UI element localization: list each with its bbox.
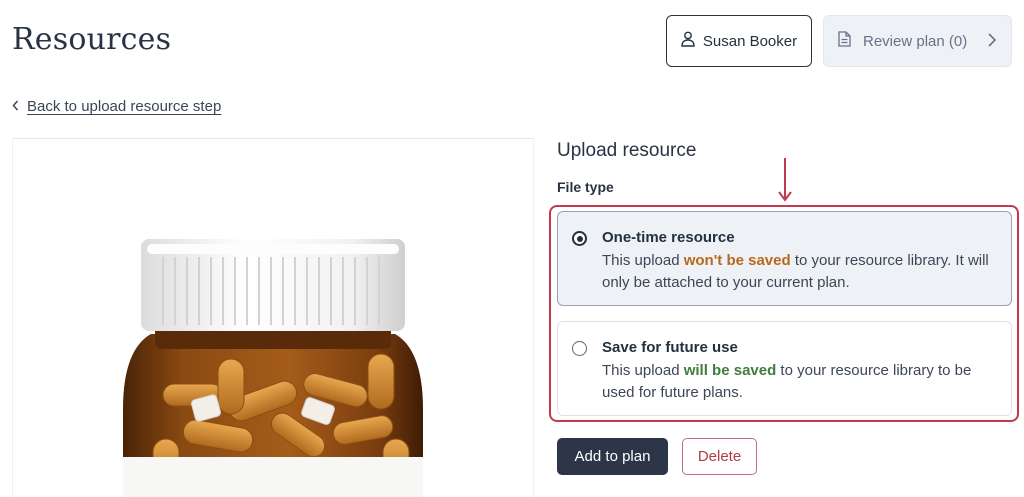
upload-resource-heading: Upload resource <box>557 140 697 161</box>
document-icon <box>838 31 851 51</box>
chevron-right-icon <box>987 32 997 52</box>
back-to-upload-link[interactable]: Back to upload resource step <box>12 98 221 115</box>
option-title: Save for future use <box>602 339 738 356</box>
wont-be-saved-emphasis: won't be saved <box>683 252 791 269</box>
delete-button[interactable]: Delete <box>682 438 757 475</box>
option-title: One-time resource <box>602 229 735 246</box>
review-plan-label: Review plan (0) <box>863 32 968 50</box>
user-icon <box>681 31 695 51</box>
user-profile-button[interactable]: Susan Booker <box>666 15 812 67</box>
file-type-label: File type <box>557 179 614 195</box>
chevron-left-icon <box>12 98 19 115</box>
option-save-for-future-use[interactable]: Save for future use This upload will be … <box>557 321 1012 416</box>
will-be-saved-emphasis: will be saved <box>683 362 777 379</box>
resource-preview <box>12 138 534 497</box>
radio-save-future[interactable] <box>572 341 587 356</box>
pill-bottle-image <box>123 239 423 497</box>
page-title: Resources <box>12 22 172 57</box>
radio-one-time[interactable] <box>572 231 587 246</box>
option-description: This upload won't be saved to your resou… <box>602 252 989 291</box>
arrow-down-icon <box>777 158 793 207</box>
add-to-plan-button[interactable]: Add to plan <box>557 438 668 475</box>
option-description: This upload will be saved to your resour… <box>602 362 972 401</box>
review-plan-button[interactable]: Review plan (0) <box>823 15 1012 67</box>
user-name: Susan Booker <box>702 32 798 50</box>
option-one-time-resource[interactable]: One-time resource This upload won't be s… <box>557 211 1012 306</box>
back-link-label: Back to upload resource step <box>27 98 222 115</box>
